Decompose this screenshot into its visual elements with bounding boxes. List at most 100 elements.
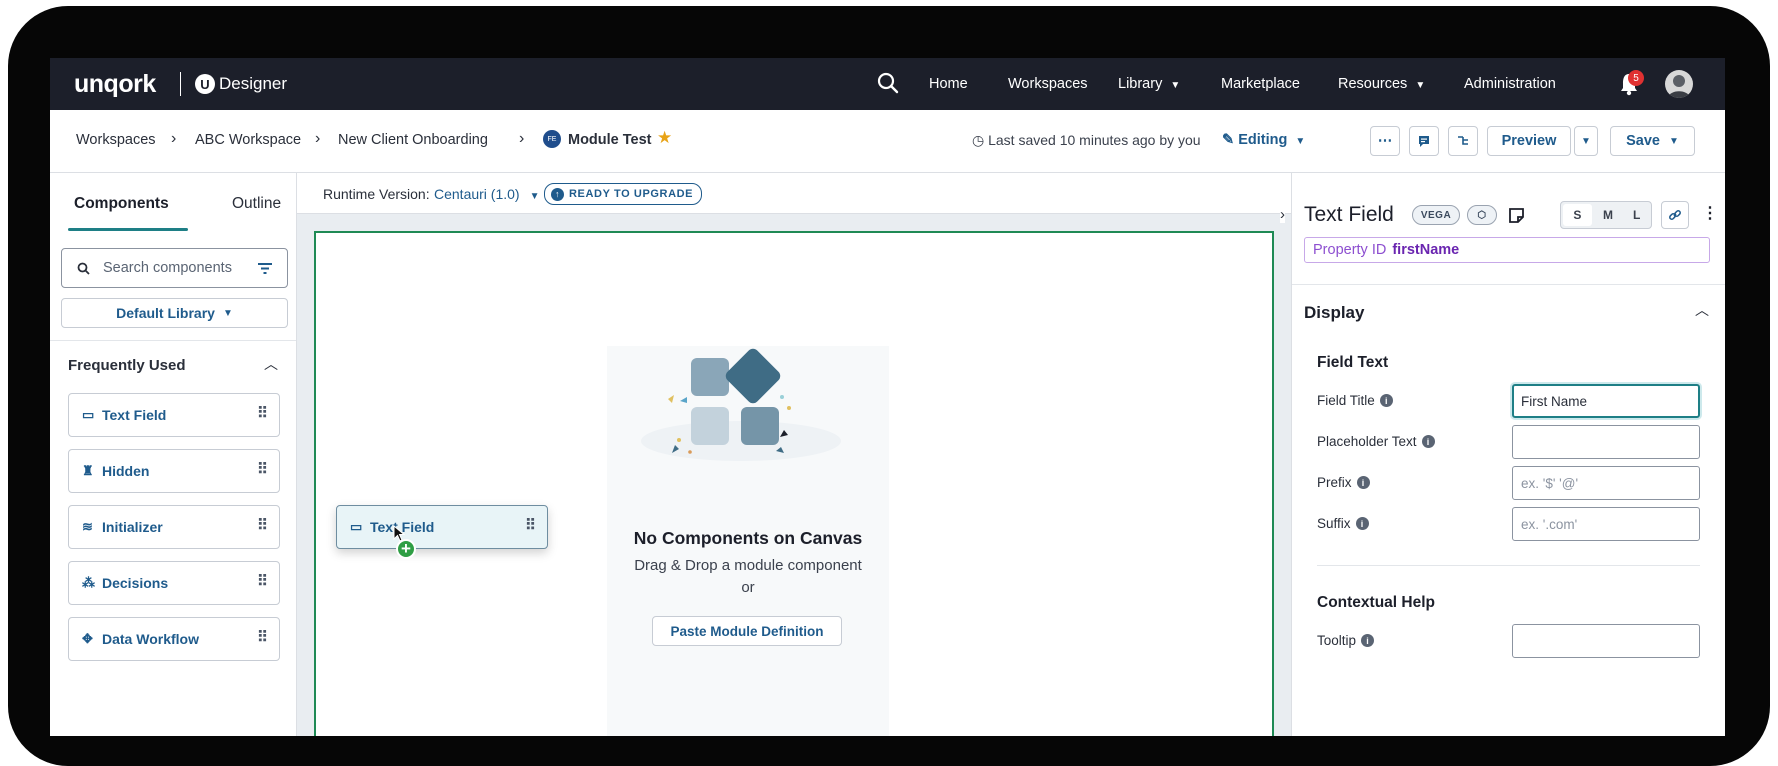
last-saved-status: ◷ Last saved 10 minutes ago by you — [972, 132, 1201, 149]
component-label: Initializer — [102, 519, 163, 535]
chevron-down-icon: ▼ — [1581, 135, 1591, 147]
top-navigation-bar: unqork U Designer Home Workspaces Librar… — [50, 58, 1725, 110]
size-m-button[interactable]: M — [1594, 202, 1623, 228]
info-icon[interactable]: i — [1356, 476, 1370, 489]
nav-library[interactable]: Library ▼ — [1118, 76, 1180, 92]
clock-icon: ◷ — [972, 132, 989, 148]
size-s-button[interactable]: S — [1563, 204, 1592, 226]
prefix-input[interactable]: ex. '$' '@' — [1512, 466, 1700, 500]
nav-home[interactable]: Home — [929, 76, 968, 92]
component-decisions[interactable]: ⁂ Decisions ⠿ — [68, 561, 280, 605]
section-title-display: Display — [1304, 303, 1365, 322]
chevron-up-icon[interactable]: ︿ — [1695, 300, 1709, 320]
runtime-bar: Runtime Version: Centauri (1.0) ▼ ↑ READY… — [297, 173, 1291, 214]
library-label: Default Library — [116, 305, 215, 321]
section-title-frequently-used: Frequently Used — [68, 357, 186, 374]
drag-handle-icon[interactable]: ⠿ — [257, 628, 268, 646]
suffix-input[interactable]: ex. '.com' — [1512, 507, 1700, 541]
tooltip-input[interactable] — [1512, 624, 1700, 658]
search-icon[interactable] — [877, 72, 899, 94]
drag-handle-icon[interactable]: ⠿ — [257, 572, 268, 590]
empty-state-title: No Components on Canvas — [633, 528, 863, 548]
component-label: Data Workflow — [102, 631, 199, 647]
tab-outline[interactable]: Outline — [232, 195, 281, 213]
chevron-down-icon: ▼ — [1668, 135, 1679, 147]
dragging-text-field-component[interactable]: ▭ Text Field ⠿ — [336, 505, 548, 549]
comment-icon — [1419, 136, 1429, 147]
breadcrumb-abc-workspace[interactable]: ABC Workspace — [195, 132, 301, 148]
library-dropdown[interactable]: Default Library ▼ — [61, 298, 288, 328]
runtime-version-dropdown[interactable]: Centauri (1.0) ▼ — [434, 186, 540, 202]
avatar[interactable] — [1665, 70, 1693, 98]
chevron-right-icon: › — [315, 130, 321, 147]
placeholder-text-label: Placeholder Text i — [1317, 434, 1435, 449]
drag-handle-icon: ⠿ — [525, 517, 536, 534]
kebab-menu-icon[interactable]: ⋮ — [1702, 203, 1718, 223]
panel-title: Text Field — [1304, 203, 1394, 226]
nav-library-label: Library — [1118, 76, 1163, 92]
chevron-down-icon: ▼ — [1295, 136, 1306, 147]
divider — [1292, 284, 1725, 285]
prefix-label-text: Prefix — [1317, 475, 1352, 490]
comment-button[interactable] — [1409, 126, 1439, 156]
designer-u-icon: U — [195, 74, 215, 94]
field-title-label-text: Field Title — [1317, 393, 1375, 408]
contextual-help-heading: Contextual Help — [1317, 594, 1435, 611]
ready-to-upgrade-badge[interactable]: ↑ READY TO UPGRADE — [544, 183, 703, 205]
tag-icon[interactable]: ⬡ — [1467, 205, 1497, 225]
component-data-workflow[interactable]: ✥ Data Workflow ⠿ — [68, 617, 280, 661]
info-icon[interactable]: i — [1355, 517, 1369, 530]
breadcrumb: Workspaces › ABC Workspace › New Client … — [50, 110, 1725, 173]
property-id-field[interactable]: Property ID firstName — [1304, 237, 1710, 263]
search-icon — [77, 262, 90, 275]
preview-button[interactable]: Preview — [1487, 126, 1571, 156]
nav-workspaces[interactable]: Workspaces — [1008, 76, 1088, 92]
info-icon[interactable]: i — [1421, 435, 1435, 448]
textfield-icon: ▭ — [82, 407, 95, 422]
filter-icon[interactable] — [258, 262, 272, 275]
link-icon — [1669, 210, 1681, 220]
nav-administration[interactable]: Administration — [1464, 76, 1556, 92]
nav-marketplace[interactable]: Marketplace — [1221, 76, 1300, 92]
component-text-field[interactable]: ▭ Text Field ⠿ — [68, 393, 280, 437]
app-screen: unqork U Designer Home Workspaces Librar… — [50, 58, 1725, 736]
notification-badge: 5 — [1628, 70, 1644, 86]
property-id-value: firstName — [1392, 242, 1460, 258]
more-options-button[interactable]: ⋯ — [1370, 126, 1400, 156]
module-canvas[interactable]: No Components on Canvas Drag & Drop a mo… — [314, 231, 1274, 736]
chevron-up-icon[interactable]: ︿ — [264, 354, 278, 374]
link-button[interactable] — [1661, 201, 1689, 229]
collapse-panel-chevron-icon[interactable]: › — [1280, 206, 1285, 223]
drag-handle-icon[interactable]: ⠿ — [257, 404, 268, 422]
breadcrumb-workspaces[interactable]: Workspaces — [76, 132, 156, 148]
runtime-label: Runtime Version: — [323, 186, 430, 202]
component-initializer[interactable]: ≋ Initializer ⠿ — [68, 505, 280, 549]
note-icon[interactable] — [1508, 207, 1525, 224]
preview-dropdown-button[interactable]: ▼ — [1574, 126, 1598, 156]
tab-components[interactable]: Components — [74, 195, 169, 213]
upgrade-arrow-icon: ↑ — [551, 187, 564, 201]
unqork-logo[interactable]: unqork — [74, 70, 156, 99]
empty-state-or: or — [741, 579, 755, 596]
suffix-label: Suffix i — [1317, 516, 1369, 531]
drag-handle-icon[interactable]: ⠿ — [257, 460, 268, 478]
save-button[interactable]: Save ▼ — [1610, 126, 1695, 156]
component-label: Text Field — [102, 407, 167, 423]
field-title-input[interactable]: First Name — [1512, 384, 1700, 418]
module-name: Module Test — [568, 132, 652, 148]
info-icon[interactable]: i — [1361, 634, 1375, 647]
hierarchy-button[interactable] — [1448, 126, 1478, 156]
editing-mode-dropdown[interactable]: ✎ Editing ▼ — [1222, 132, 1305, 148]
size-l-button[interactable]: L — [1622, 202, 1651, 228]
paste-module-definition-button[interactable]: Paste Module Definition — [652, 616, 842, 646]
drag-handle-icon[interactable]: ⠿ — [257, 516, 268, 534]
component-hidden[interactable]: ♜ Hidden ⠿ — [68, 449, 280, 493]
star-icon[interactable]: ★ — [657, 128, 672, 148]
logo-divider — [180, 72, 181, 96]
nav-resources[interactable]: Resources ▼ — [1338, 76, 1425, 92]
active-tab-indicator — [68, 228, 188, 231]
placeholder-text-input[interactable] — [1512, 425, 1700, 459]
search-components-input[interactable]: Search components — [61, 248, 288, 288]
info-icon[interactable]: i — [1379, 394, 1393, 407]
breadcrumb-new-client-onboarding[interactable]: New Client Onboarding — [338, 132, 488, 148]
